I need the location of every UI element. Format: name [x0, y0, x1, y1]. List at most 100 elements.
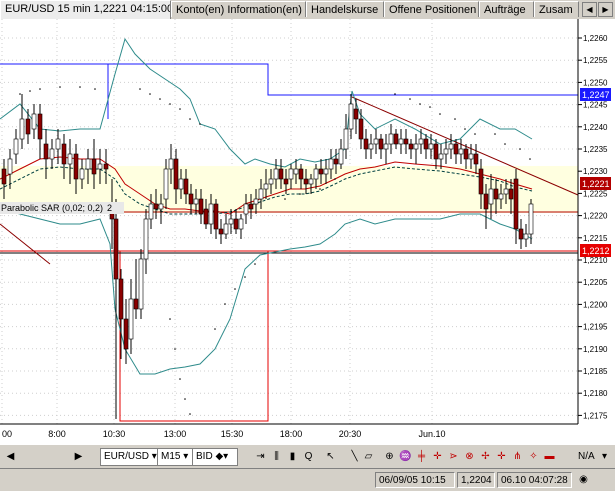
candle-body	[423, 138, 429, 150]
sar-dot	[409, 98, 411, 100]
zoom-fit-icon[interactable]: ⇥	[252, 448, 269, 465]
chart-canvas[interactable]: Parabolic SAR (0,02; 0,2) 2 1,2260 1,2255…	[0, 19, 615, 444]
sar-dot	[29, 90, 31, 92]
price-tag-label: 1,2212	[582, 246, 610, 256]
candle-body	[67, 153, 73, 165]
scroll-left-icon[interactable]: ◀	[2, 448, 19, 465]
na-dropdown-icon[interactable]: ▾	[596, 448, 613, 465]
candle-body	[298, 168, 304, 180]
pitchfork-icon[interactable]: ⋔	[509, 448, 526, 465]
candle-body	[113, 218, 119, 280]
price-type-dropdown[interactable]: BID ◆▾	[192, 448, 238, 466]
sar-dot	[94, 88, 96, 90]
candle-body	[508, 188, 514, 200]
candle-body	[97, 163, 103, 170]
candle-body	[368, 143, 374, 150]
symbol-dropdown[interactable]: EUR/USD ▾	[100, 448, 160, 466]
candle-body	[283, 178, 289, 185]
price-chart[interactable]: Parabolic SAR (0,02; 0,2) 2 1,2260 1,2255…	[0, 19, 615, 444]
price-tick-label: 1,2180	[583, 389, 608, 398]
status-bar: 06/09/05 10:15 1,2204 06.10 04:07:28 ◉	[0, 468, 615, 491]
candle-body	[323, 168, 329, 175]
sar-dot	[334, 178, 336, 180]
cursor-icon[interactable]: ↖	[322, 448, 339, 465]
timeframe-dropdown[interactable]: M15 ▾	[157, 448, 195, 466]
zoom-icon[interactable]: ⊕	[381, 448, 398, 465]
price-tag-label: 1,2221	[582, 179, 610, 189]
candle-body	[503, 188, 509, 195]
horizontal-line-icon[interactable]: ╪	[413, 448, 430, 465]
tab-scroll-left-icon[interactable]: ◀	[582, 2, 597, 17]
candle-body	[31, 113, 37, 130]
sar-dot	[79, 86, 81, 88]
tab-scroll-right-icon[interactable]: ▶	[598, 2, 613, 17]
candle-body	[85, 158, 91, 170]
candle-body	[268, 178, 274, 185]
target-icon[interactable]: ⊗	[461, 448, 478, 465]
candle-body	[293, 168, 299, 175]
tab-open-positions[interactable]: Offene Positionen	[384, 1, 479, 17]
arrows-icon[interactable]: ✢	[477, 448, 494, 465]
sar-dot	[169, 103, 171, 105]
candle-body	[528, 203, 534, 235]
sar-dot	[429, 106, 431, 108]
time-tick-label: 13:00	[164, 429, 187, 439]
price-tick-label: 1,2255	[583, 56, 608, 65]
tab-account-information[interactable]: Konto(en) Information(en)	[171, 1, 306, 17]
trendline-left	[0, 223, 51, 265]
candle-body	[248, 203, 254, 210]
scroll-right-icon[interactable]: ▶	[70, 448, 87, 465]
candle-body	[183, 178, 189, 195]
sar-dot	[159, 98, 161, 100]
candle-chart-icon[interactable]: ▮	[284, 448, 301, 465]
sar-dot	[199, 123, 201, 125]
time-tick-label: Jun.10	[418, 429, 445, 439]
sar-dot	[174, 348, 176, 350]
candle-body	[478, 168, 484, 195]
timeframe-value: M15	[161, 451, 181, 462]
tab-orders[interactable]: Aufträge	[479, 1, 534, 17]
status-price: 1,2204	[457, 472, 495, 488]
price-tick-label: 1,2230	[583, 167, 608, 176]
crosshair-icon[interactable]: ✛	[429, 448, 446, 465]
candle-body	[498, 193, 504, 200]
candle-body	[453, 143, 459, 155]
candle-body	[388, 133, 394, 145]
tab-summary[interactable]: Zusam	[534, 1, 579, 17]
candle-body	[158, 203, 164, 210]
sar-dot	[214, 328, 216, 330]
sar-dot	[254, 263, 256, 265]
candle-body	[233, 218, 239, 230]
price-tick-label: 1,2190	[583, 345, 608, 354]
tab-eurusd-chart[interactable]: EUR/USD 15 min 1,2221 04:15:00	[0, 0, 171, 19]
candle-body	[523, 233, 529, 240]
candle-body	[73, 153, 79, 180]
tab-scroll-buttons: ◀ ▶	[581, 2, 613, 17]
indicator-label[interactable]: Parabolic SAR (0,02; 0,2)	[1, 203, 103, 213]
fibonacci-icon[interactable]: ♒	[397, 448, 414, 465]
time-tick-label: 10:30	[103, 429, 126, 439]
fan-tool-icon[interactable]: ⋗	[445, 448, 462, 465]
candle-body	[7, 158, 13, 175]
price-tick-label: 1,2235	[583, 145, 608, 154]
candle-body	[1, 168, 7, 185]
time-scale[interactable]	[0, 424, 615, 444]
candle-body	[153, 203, 159, 210]
cycle-icon[interactable]: ✧	[525, 448, 542, 465]
candle-body	[103, 163, 109, 170]
query-icon[interactable]: Q	[300, 448, 317, 465]
status-current-time: 06.10 04:07:28	[497, 472, 572, 488]
tab-handelskurse[interactable]: Handelskurse	[306, 1, 384, 17]
candle-body	[338, 148, 344, 165]
candle-body	[253, 198, 259, 205]
bar-chart-icon[interactable]: ⫼	[268, 448, 285, 465]
candle-body	[138, 258, 144, 310]
candle-body	[193, 198, 199, 205]
gann-icon[interactable]: ✛	[493, 448, 510, 465]
connection-status-icon: ◉	[579, 474, 588, 485]
channel-tool-icon[interactable]: ▱	[360, 448, 377, 465]
sar-dot	[419, 103, 421, 105]
candle-body	[493, 188, 499, 200]
delete-drawing-icon[interactable]: ▬	[541, 448, 558, 465]
candle-body	[328, 158, 334, 170]
